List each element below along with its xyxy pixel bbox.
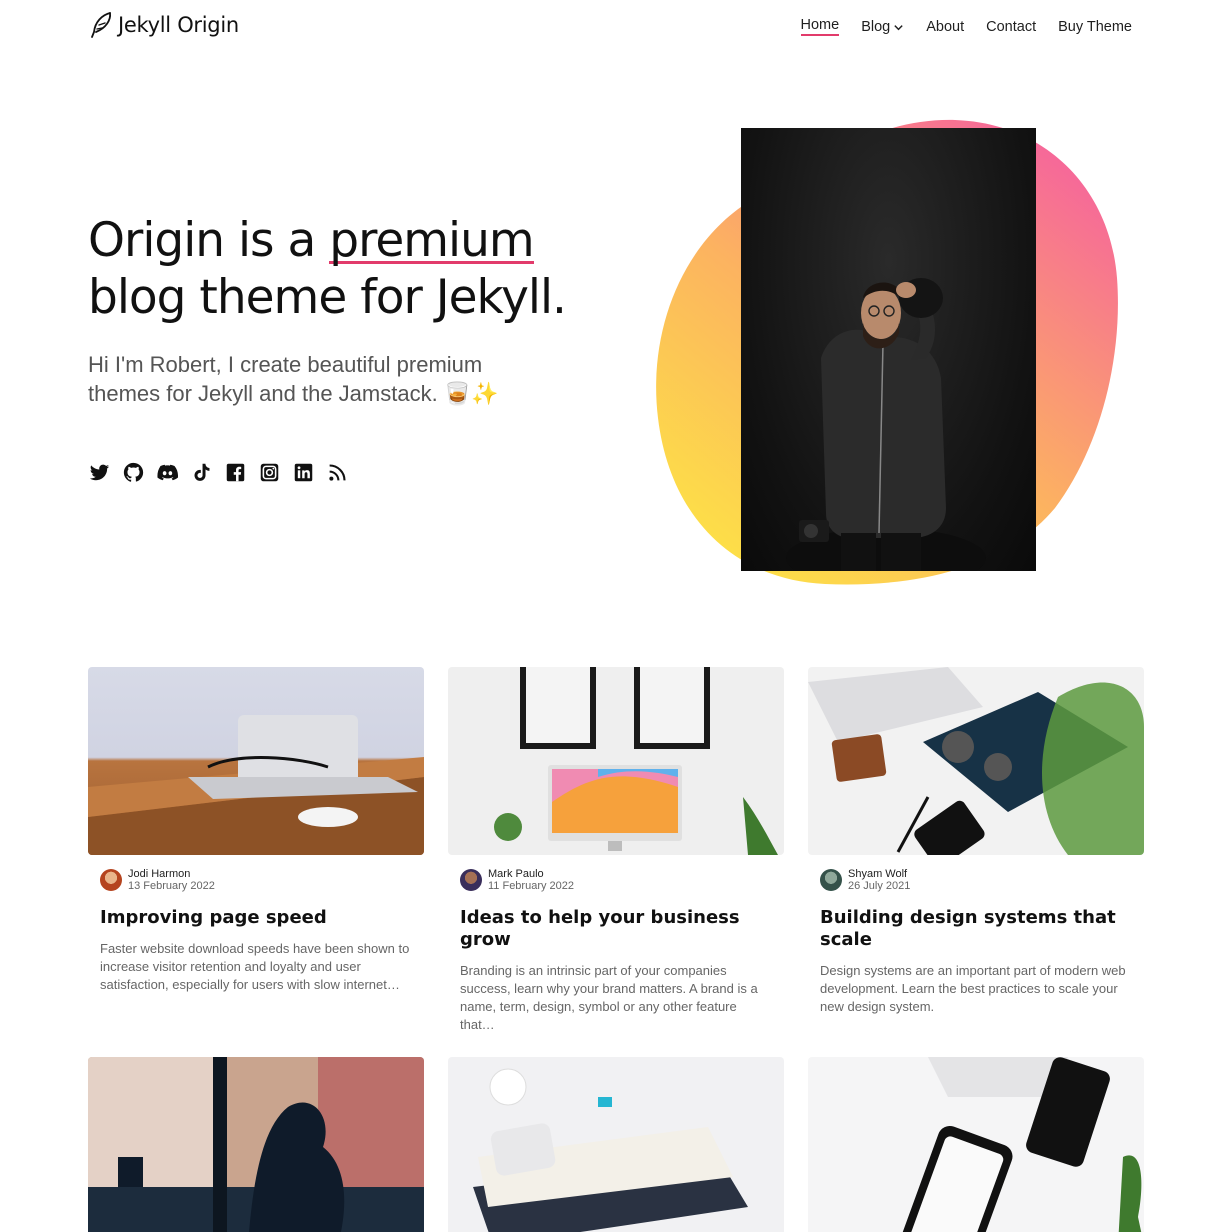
post-date: 26 July 2021 — [848, 880, 911, 892]
site-header: Jekyll Origin Home Blog About Contact Bu… — [0, 0, 1232, 52]
author-avatar[interactable] — [100, 869, 122, 891]
site-name: Jekyll Origin — [118, 13, 239, 37]
facebook-link[interactable] — [224, 461, 246, 483]
post-meta: Shyam Wolf 26 July 2021 — [820, 868, 1144, 892]
post-image[interactable] — [808, 667, 1144, 855]
hero-title: Origin is a premium blog theme for Jekyl… — [88, 212, 608, 326]
github-icon — [123, 462, 143, 482]
phones-illustration — [808, 1057, 1144, 1232]
instagram-icon — [260, 463, 278, 481]
discord-link[interactable] — [156, 461, 178, 483]
post-excerpt: Design systems are an important part of … — [820, 963, 1126, 1014]
post-card: Jodi Harmon 13 February 2022 Improving p… — [88, 667, 424, 994]
post-image[interactable] — [88, 667, 424, 855]
post-date: 13 February 2022 — [128, 880, 215, 892]
nav-about[interactable]: About — [926, 19, 964, 35]
post-date: 11 February 2022 — [488, 880, 575, 892]
post-excerpt: Faster website download speeds have been… — [100, 941, 410, 992]
hero-title-highlight: premium — [329, 213, 535, 268]
desk-monitor-illustration — [494, 667, 778, 855]
hero-photo — [741, 128, 1036, 571]
author-name[interactable]: Shyam Wolf — [848, 868, 910, 880]
post-title[interactable]: Building design systems that scale — [820, 907, 1144, 951]
hero-title-part2: blog theme for Jekyll. — [88, 270, 567, 325]
post-meta: Jodi Harmon 13 February 2022 — [100, 868, 424, 892]
facebook-icon — [226, 463, 244, 481]
feather-logo-icon — [91, 12, 111, 38]
hero-title-part1: Origin is a — [88, 213, 330, 268]
twitter-link[interactable] — [88, 461, 110, 483]
post-title[interactable]: Ideas to help your business grow — [460, 907, 784, 951]
laptop-glasses-illustration — [88, 715, 424, 855]
rss-link[interactable] — [326, 461, 348, 483]
post-image[interactable] — [88, 1057, 424, 1232]
author-avatar[interactable] — [820, 869, 842, 891]
post-meta: Mark Paulo 11 February 2022 — [460, 868, 784, 892]
books-stack-illustration — [448, 1057, 784, 1232]
post-card: Mark Paulo 11 February 2022 Ideas to hel… — [448, 667, 784, 1034]
post-image[interactable] — [808, 1057, 1144, 1232]
tiktok-icon — [194, 463, 209, 481]
nav-contact[interactable]: Contact — [986, 19, 1036, 35]
post-image[interactable] — [448, 667, 784, 855]
author-name[interactable]: Mark Paulo — [488, 868, 574, 880]
linkedin-link[interactable] — [292, 461, 314, 483]
post-image[interactable] — [448, 1057, 784, 1232]
post-card: Shyam Wolf 26 July 2021 Building design … — [808, 667, 1144, 1016]
main-nav: Home Blog About Contact Buy Theme — [779, 17, 1132, 36]
linkedin-icon — [294, 463, 312, 481]
github-link[interactable] — [122, 461, 144, 483]
nav-home[interactable]: Home — [800, 17, 840, 36]
twitter-icon — [89, 464, 109, 480]
tiktok-link[interactable] — [190, 461, 212, 483]
photographer-illustration — [786, 278, 986, 571]
chevron-down-icon — [894, 24, 903, 30]
author-avatar[interactable] — [460, 869, 482, 891]
nav-blog-label: Blog — [861, 18, 891, 35]
author-name[interactable]: Jodi Harmon — [128, 868, 215, 880]
instagram-link[interactable] — [258, 461, 280, 483]
social-links — [88, 461, 348, 483]
nav-buy-theme[interactable]: Buy Theme — [1058, 19, 1132, 35]
rss-icon — [328, 463, 346, 481]
hero-subtitle: Hi I'm Robert, I create beautiful premiu… — [88, 352, 499, 406]
site-logo[interactable]: Jekyll Origin — [88, 10, 239, 40]
flatlay-illustration — [808, 667, 1144, 855]
nav-blog[interactable]: Blog — [861, 19, 904, 35]
discord-icon — [156, 464, 178, 480]
post-title[interactable]: Improving page speed — [100, 907, 424, 929]
silhouette-window-illustration — [88, 1057, 424, 1232]
post-excerpt: Branding is an intrinsic part of your co… — [460, 963, 758, 1032]
